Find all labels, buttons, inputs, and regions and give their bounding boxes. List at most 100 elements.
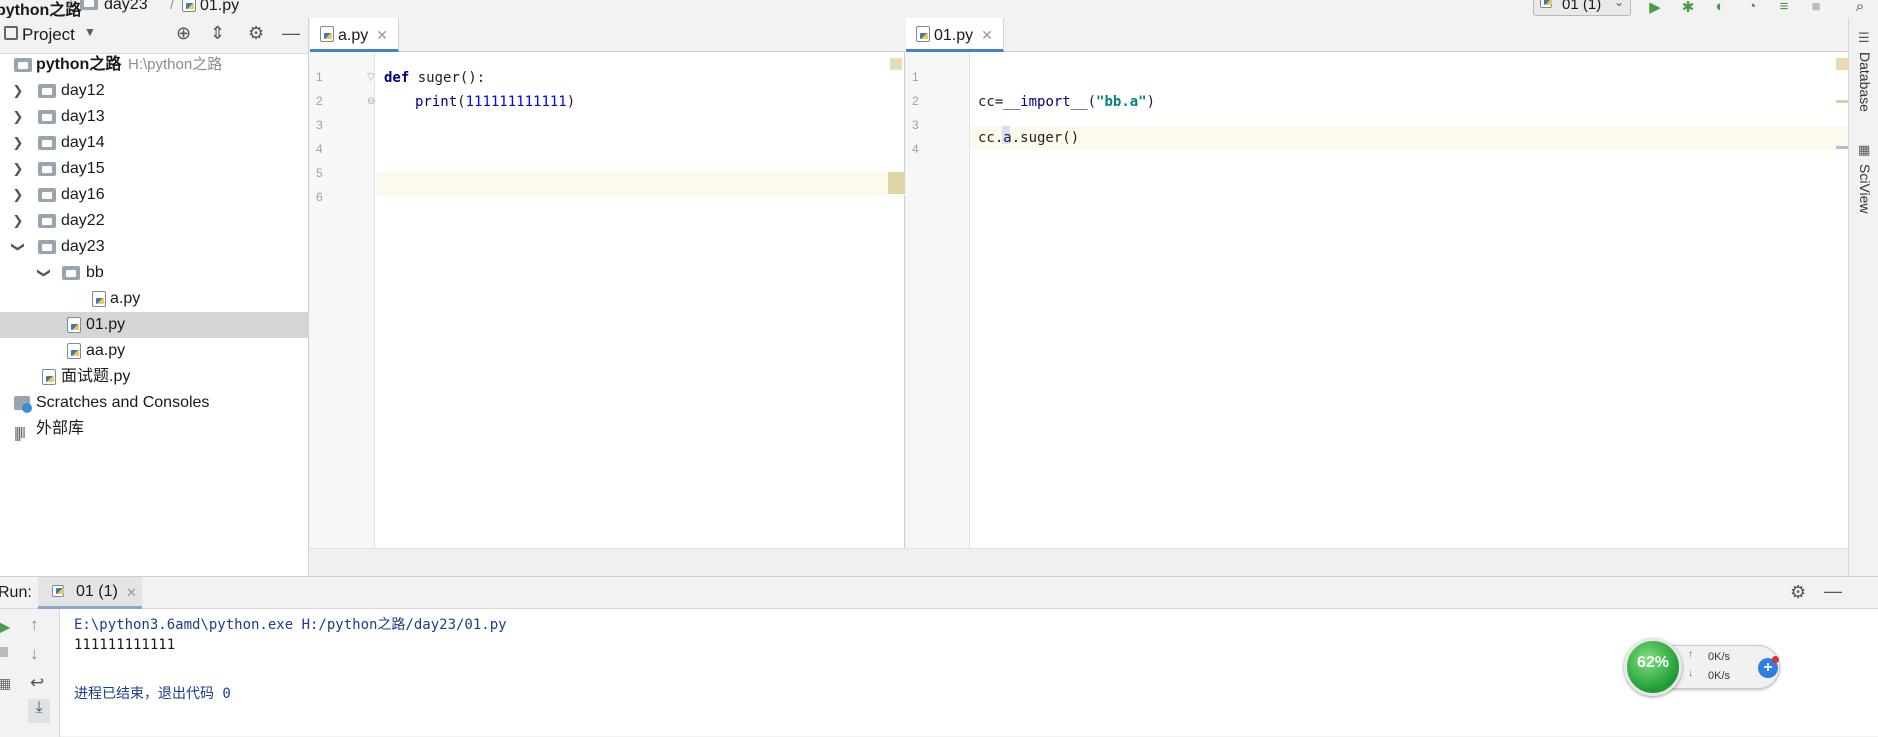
tree-item-day12[interactable]: ❯ day12 [0, 78, 309, 104]
concurrency-icon[interactable]: ≡ [1774, 0, 1794, 15]
run-icon[interactable]: ▶ [1645, 0, 1665, 16]
line-number: 4 [912, 142, 919, 156]
close-icon[interactable]: ✕ [981, 27, 993, 43]
stop-icon[interactable] [0, 647, 8, 657]
sciview-icon: ▦ [1858, 142, 1871, 157]
line-number: 4 [316, 142, 323, 156]
tree-item-bb[interactable]: ❯ bb [0, 260, 309, 286]
package-folder-icon [62, 266, 80, 280]
gear-icon[interactable]: ⚙ [1790, 582, 1806, 603]
tree-item-day16[interactable]: ❯ day16 [0, 182, 309, 208]
folder-icon [80, 0, 98, 10]
fold-end-icon[interactable]: ⊖ [367, 96, 375, 107]
profile-icon[interactable]: ◔ [1742, 0, 1762, 15]
code-text: suger(): [409, 70, 486, 86]
line-number: 3 [912, 118, 919, 132]
folder-icon [38, 188, 56, 202]
collapse-all-icon[interactable]: ⇕ [210, 23, 225, 44]
debug-icon[interactable]: ✱ [1678, 0, 1698, 16]
project-panel-title[interactable]: Project [22, 25, 75, 45]
line-number: 5 [316, 166, 323, 180]
minimize-icon[interactable]: — [282, 23, 300, 44]
down-arrow-icon[interactable]: ↓ [30, 644, 39, 664]
tree-item-interview-py[interactable]: 面试题.py [0, 364, 309, 390]
soft-wrap-icon[interactable]: ↩ [30, 673, 44, 693]
inspection-marker[interactable] [1836, 58, 1848, 70]
pin-icon[interactable]: ▦ [0, 675, 11, 692]
tab-a-py[interactable]: a.py ✕ [310, 18, 399, 52]
tree-item-label: day22 [61, 212, 105, 229]
coverage-icon[interactable]: ◐ [1710, 0, 1730, 15]
tree-item-external-libraries[interactable]: |||‖ 外部库 [0, 416, 309, 442]
stop-icon[interactable]: ■ [1806, 0, 1826, 15]
database-tool-button[interactable]: Database [1857, 52, 1873, 112]
editor-left[interactable]: a.py ✕ 1 2 3 4 5 6 ▽ ⊖ def suger(): print… [310, 18, 905, 576]
network-monitor-widget[interactable]: 62% ↑ ↓ 0K/s 0K/s + [1622, 638, 1782, 696]
breadcrumb-file-label: 01.py [200, 0, 240, 14]
tree-item-label: 外部库 [36, 420, 85, 437]
rerun-icon[interactable]: ▶ [0, 617, 10, 637]
library-icon: |||‖ [14, 425, 26, 442]
run-configuration-label: 01 (1) [1562, 0, 1602, 13]
breadcrumb-separator: / [170, 0, 175, 13]
code-text: ( [457, 94, 466, 110]
database-icon: ☰ [1858, 30, 1870, 45]
chevron-right-icon[interactable]: ❯ [12, 104, 24, 130]
minimize-icon[interactable]: — [1824, 581, 1842, 602]
tree-item-root[interactable]: python之路 H:\python之路 [0, 52, 309, 78]
tab-01-py[interactable]: 01.py ✕ [906, 18, 1004, 52]
tree-item-day13[interactable]: ❯ day13 [0, 104, 309, 130]
current-line-highlight [376, 172, 905, 196]
code-line-4: cc.a.suger() [978, 130, 1080, 146]
tree-item-day22[interactable]: ❯ day22 [0, 208, 309, 234]
up-arrow-icon[interactable]: ↑ [30, 615, 39, 635]
breadcrumb-file[interactable]: 01.py [182, 0, 239, 15]
inspection-marker[interactable] [890, 58, 902, 70]
tab-label: 01.py [934, 27, 974, 44]
tree-item-scratches[interactable]: Scratches and Consoles [0, 390, 309, 416]
sciview-tool-button[interactable]: SciView [1857, 164, 1873, 214]
close-icon[interactable]: ✕ [376, 27, 388, 43]
tree-item-label: aa.py [86, 342, 126, 359]
download-arrow-icon: ↓ [1688, 668, 1693, 679]
tree-item-label: day15 [61, 160, 105, 177]
tree-item-a-py[interactable]: a.py [0, 286, 309, 312]
close-icon[interactable]: ✕ [126, 585, 137, 601]
chevron-right-icon[interactable]: ❯ [12, 156, 24, 182]
chevron-right-icon[interactable]: ❯ [12, 208, 24, 234]
tree-item-label: day14 [61, 134, 105, 151]
chevron-right-icon[interactable]: ❯ [12, 182, 24, 208]
run-toolbar: ▶ ▦ ↑ ↓ ↩ ⤓ [0, 609, 60, 737]
code-line-2: cc=__import__("bb.a") [978, 94, 1155, 110]
fold-icon[interactable]: ▽ [367, 72, 375, 83]
run-configuration-select[interactable]: 01 (1) ⌄ [1533, 0, 1631, 16]
tree-item-day23[interactable]: ❯ day23 [0, 234, 309, 260]
horizontal-scrollbar[interactable] [310, 548, 905, 576]
chevron-right-icon[interactable]: ❯ [12, 130, 24, 156]
tree-item-day14[interactable]: ❯ day14 [0, 130, 309, 156]
breadcrumb-folder[interactable]: day23 [80, 0, 148, 14]
run-tab[interactable]: 01 (1) ✕ [38, 577, 142, 609]
chevron-right-icon[interactable]: ❯ [12, 78, 24, 104]
keyword: def [384, 70, 410, 86]
scroll-marker [888, 172, 905, 194]
gear-icon[interactable]: ⚙ [248, 23, 264, 44]
tree-item-aa-py[interactable]: aa.py [0, 338, 309, 364]
search-icon[interactable]: ⌕ [1850, 0, 1870, 15]
editor-right[interactable]: 01.py ✕ 1 2 3 4 cc=__import__("bb.a") cc.… [906, 18, 1848, 576]
line-number: 6 [316, 190, 323, 204]
chevron-down-icon[interactable]: ▼ [84, 25, 96, 39]
run-label: Run: [0, 584, 32, 601]
chevron-down-icon[interactable]: ❯ [5, 241, 31, 253]
tree-item-01-py[interactable]: 01.py [0, 312, 309, 338]
tree-item-day15[interactable]: ❯ day15 [0, 156, 309, 182]
chevron-down-icon: ⌄ [1614, 0, 1625, 9]
locate-icon[interactable]: ⊕ [176, 23, 191, 44]
horizontal-scrollbar[interactable] [906, 548, 1848, 576]
scroll-to-end-icon[interactable]: ⤓ [28, 699, 50, 723]
line-number: 1 [912, 70, 919, 84]
scroll-marker [1836, 146, 1848, 149]
chevron-down-icon[interactable]: ❯ [31, 267, 57, 279]
run-panel: Run: 01 (1) ✕ ⚙ — ▶ ▦ ↑ ↓ ↩ ⤓ E:\python3… [0, 576, 1878, 737]
root-path: H:\python之路 [128, 56, 223, 73]
